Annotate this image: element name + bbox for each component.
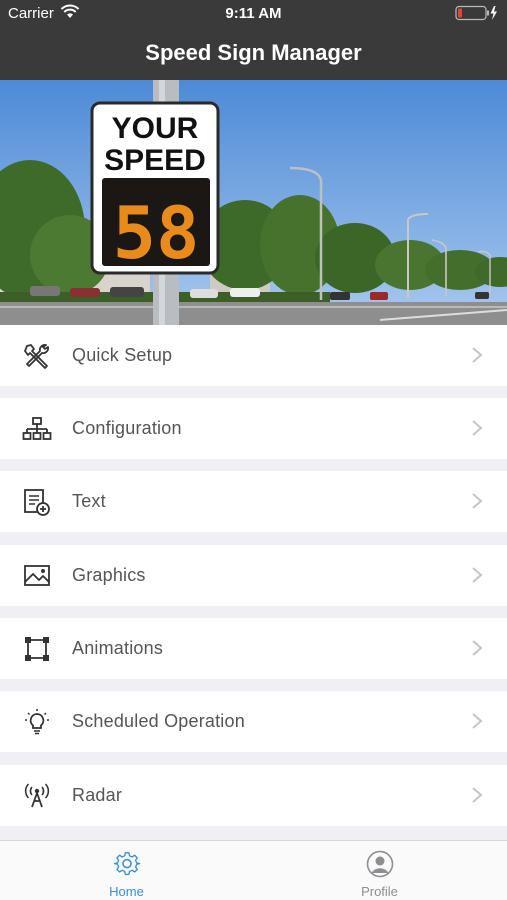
tab-home-label: Home xyxy=(109,884,144,899)
tools-icon xyxy=(24,344,49,369)
chevron-right-icon xyxy=(472,787,483,803)
hero-image: YOUR SPEED 58 xyxy=(0,80,507,325)
menu-item-animations[interactable]: Animations xyxy=(0,618,507,679)
menu-item-text[interactable]: Text xyxy=(0,471,507,532)
hierarchy-icon xyxy=(22,417,52,440)
tab-bar: Home Profile xyxy=(0,840,507,900)
menu-item-label: Radar xyxy=(72,785,123,805)
chevron-right-icon xyxy=(472,567,483,583)
menu-item-radar[interactable]: Radar xyxy=(0,765,507,826)
menu-item-quick-setup[interactable]: Quick Setup xyxy=(0,325,507,386)
tab-home[interactable]: Home xyxy=(0,841,253,900)
nav-bar: Speed Sign Manager xyxy=(0,28,507,80)
tab-profile-label: Profile xyxy=(361,884,398,899)
sign-speed-readout: 58 xyxy=(113,191,200,275)
tab-profile[interactable]: Profile xyxy=(253,841,506,900)
menu-item-graphics[interactable]: Graphics xyxy=(0,545,507,606)
gear-icon xyxy=(113,852,141,876)
text-add-icon xyxy=(24,489,50,516)
menu-item-label: Animations xyxy=(72,638,164,658)
animation-frame-icon xyxy=(25,637,49,661)
chevron-right-icon xyxy=(472,640,483,656)
menu-item-label: Quick Setup xyxy=(72,345,173,365)
person-icon xyxy=(366,850,394,878)
page-title: Speed Sign Manager xyxy=(145,40,362,65)
menu-item-configuration[interactable]: Configuration xyxy=(0,398,507,459)
chevron-right-icon xyxy=(472,347,483,363)
radar-antenna-icon xyxy=(24,783,50,808)
status-bar: Carrier 9:11 AM xyxy=(0,0,507,28)
chevron-right-icon xyxy=(472,713,483,729)
sign-mid-text: SPEED xyxy=(104,144,206,177)
menu-item-label: Text xyxy=(72,491,106,511)
image-icon xyxy=(24,565,50,586)
menu-item-scheduled-operation[interactable]: Scheduled Operation xyxy=(0,691,507,752)
speed-sign-photo: YOUR SPEED 58 xyxy=(0,80,507,325)
menu-item-label: Configuration xyxy=(72,418,182,438)
lightbulb-icon xyxy=(25,709,49,735)
sign-top-text: YOUR xyxy=(112,112,199,145)
chevron-right-icon xyxy=(472,493,483,509)
menu-item-label: Scheduled Operation xyxy=(72,711,245,731)
battery-icon xyxy=(455,5,497,21)
menu-item-label: Graphics xyxy=(72,565,146,585)
chevron-right-icon xyxy=(472,420,483,436)
status-time: 9:11 AM xyxy=(225,5,282,22)
